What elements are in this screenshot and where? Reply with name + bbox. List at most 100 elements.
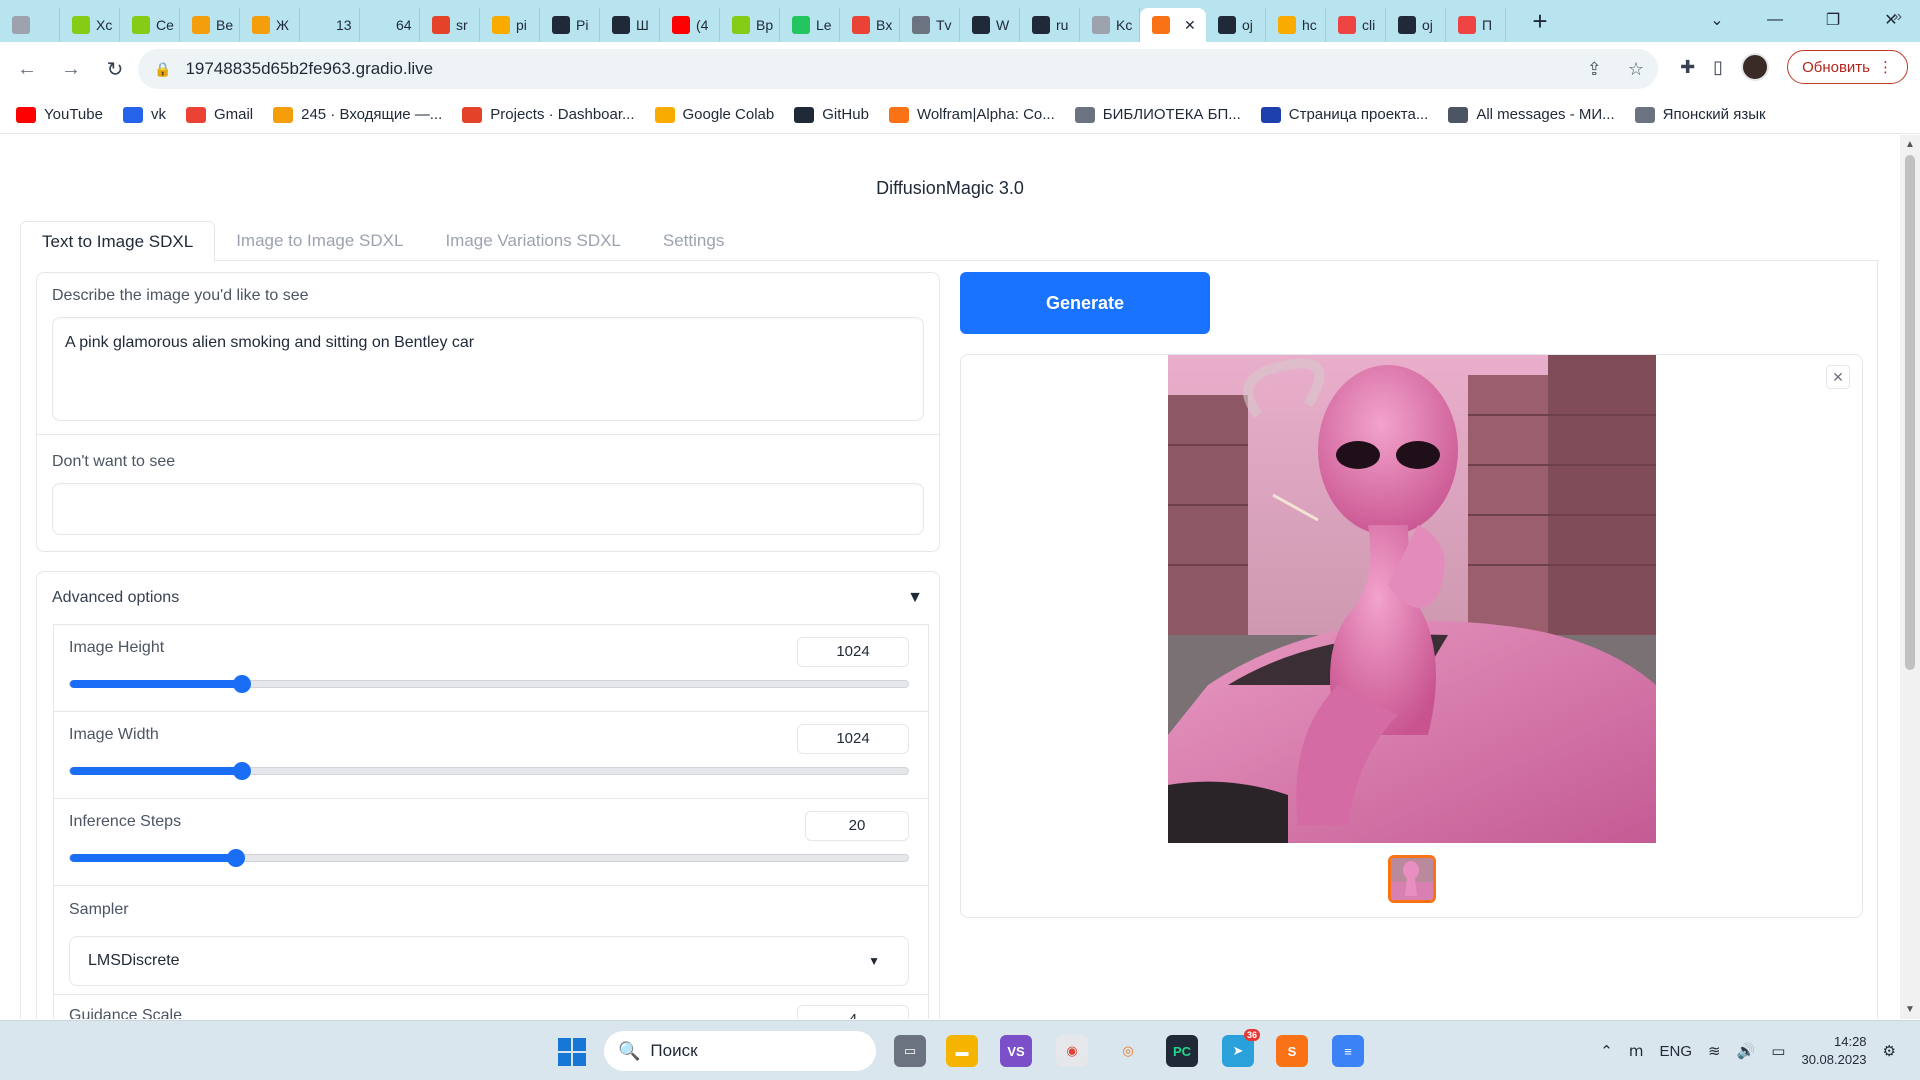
extensions-icon[interactable]: ✚ [1680,57,1695,78]
slider-track[interactable] [69,849,909,867]
browser-tab[interactable]: Bp [720,8,780,42]
minimize-button[interactable]: — [1746,11,1804,29]
guidance-scale-input[interactable]: 4 [797,1005,909,1019]
browser-tab[interactable]: Ш [600,8,660,42]
scroll-up-icon[interactable]: ▲ [1900,139,1920,150]
browser-tab[interactable]: Tv [900,8,960,42]
tab-text-to-image[interactable]: Text to Image SDXL [20,221,216,262]
bookmarks-overflow-icon[interactable]: » [1893,8,1902,26]
notifications-icon[interactable]: ⚙ [1883,1042,1896,1060]
bookmark-item[interactable]: Страница проекта... [1260,106,1428,123]
generated-image[interactable] [1168,355,1656,843]
bookmark-item[interactable]: YouTube [16,106,103,123]
browser-tab[interactable]: ru [1020,8,1080,42]
battery-icon[interactable]: ▭ [1771,1042,1785,1060]
tab-search-icon[interactable]: ⌄ [1688,10,1746,30]
advanced-options-label[interactable]: Advanced options [52,589,179,607]
close-tab-icon[interactable]: ✕ [1184,17,1196,34]
close-window-button[interactable]: ✕ [1862,10,1920,30]
address-bar[interactable]: 🔒 19748835d65b2fe963.gradio.live ⇪ ☆ [138,49,1658,89]
new-tab-button[interactable]: + [1520,6,1560,37]
jupyter-icon[interactable]: ◎ [1112,1035,1144,1067]
browser-tab[interactable] [0,8,60,42]
browser-tab[interactable]: П [1446,8,1506,42]
bookmark-item[interactable]: Японский язык [1634,106,1766,123]
chrome-icon[interactable]: ◉ [1056,1035,1088,1067]
browser-tab[interactable]: Pi [540,8,600,42]
scrollbar-thumb[interactable] [1905,155,1915,670]
bookmark-item[interactable]: БИБЛИОТЕКА БП... [1074,106,1241,123]
browser-tab[interactable]: 64 [360,8,420,42]
browser-tab[interactable]: Ж [240,8,300,42]
task-view-icon[interactable]: ▭ [894,1035,926,1067]
tab-settings[interactable]: Settings [642,221,745,261]
telegram-icon[interactable]: ➤ 36 [1222,1029,1260,1067]
browser-tab[interactable]: oj [1386,8,1446,42]
browser-tab[interactable]: Kc [1080,8,1140,42]
taskbar-search[interactable]: 🔍 Поиск [604,1031,876,1071]
generate-button[interactable]: Generate [960,272,1210,334]
bookmark-item[interactable]: Google Colab [654,106,774,123]
profile-avatar[interactable] [1741,53,1770,81]
image-height-input[interactable]: 1024 [797,637,909,667]
browser-tab[interactable]: Bx [840,8,900,42]
page-scrollbar[interactable]: ▲ ▼ [1900,135,1920,1019]
scroll-down-icon[interactable]: ▼ [1900,1004,1920,1015]
file-explorer-icon[interactable]: ▬ [946,1035,978,1067]
bookmark-item[interactable]: Gmail [185,106,253,123]
slider-thumb[interactable] [226,849,245,867]
browser-tab[interactable]: ✕ [1140,8,1206,42]
sublime-text-icon[interactable]: S [1276,1035,1308,1067]
browser-tab[interactable]: W [960,8,1020,42]
slider-thumb[interactable] [232,675,251,693]
browser-tab[interactable]: Xc [60,8,120,42]
share-icon[interactable]: ⇪ [1587,59,1602,80]
bookmark-star-icon[interactable]: ☆ [1628,59,1644,80]
update-button[interactable]: Обновить ⋮ [1787,50,1908,84]
collapse-triangle-icon[interactable]: ▼ [907,589,923,607]
reload-button[interactable]: ↻ [98,52,132,86]
browser-tab[interactable]: pi [480,8,540,42]
browser-tab[interactable]: Be [180,8,240,42]
close-gallery-icon[interactable]: ✕ [1826,365,1850,389]
windows-start-icon[interactable] [558,1038,586,1066]
browser-tab[interactable]: (4 [660,8,720,42]
sampler-select[interactable]: LMSDiscrete ▼ [69,936,909,986]
pycharm-icon[interactable]: PC [1166,1035,1198,1067]
slider-thumb[interactable] [232,762,251,780]
browser-tab[interactable]: Ce [120,8,180,42]
browser-tab[interactable]: cli [1326,8,1386,42]
browser-tab[interactable]: oj [1206,8,1266,42]
browser-tab[interactable]: 13 [300,8,360,42]
tray-overflow-icon[interactable]: ⌃ [1600,1042,1613,1060]
bookmark-item[interactable]: GitHub [794,106,869,123]
image-width-input[interactable]: 1024 [797,724,909,754]
side-panel-icon[interactable]: ▯ [1713,57,1723,78]
slider-track[interactable] [69,675,909,693]
forward-button[interactable]: → [54,52,88,86]
bookmark-item[interactable]: Projects · Dashboar... [462,106,635,123]
browser-tab[interactable]: Le [780,8,840,42]
prompt-input[interactable]: A pink glamorous alien smoking and sitti… [52,317,924,421]
volume-icon[interactable]: 🔊 [1737,1042,1756,1060]
gallery-thumbnail[interactable] [1388,855,1436,903]
tab-image-to-image[interactable]: Image to Image SDXL [215,221,424,261]
negative-prompt-input[interactable] [52,483,924,535]
browser-tab[interactable]: sr [420,8,480,42]
tray-app-icon[interactable]: ⅿ [1629,1042,1644,1060]
maximize-button[interactable]: ❐ [1804,10,1862,30]
clock[interactable]: 14:28 30.08.2023 [1801,1033,1866,1069]
wifi-icon[interactable]: ≋ [1708,1042,1721,1060]
tab-image-variations[interactable]: Image Variations SDXL [424,221,641,261]
bookmark-item[interactable]: vk [122,106,166,123]
bookmark-item[interactable]: 245 · Входящие —... [273,106,442,123]
language-indicator[interactable]: ENG [1660,1043,1693,1060]
slider-track[interactable] [69,762,909,780]
browser-tab[interactable]: hc [1266,8,1326,42]
visual-studio-icon[interactable]: VS [1000,1035,1032,1067]
bookmark-item[interactable]: Wolfram|Alpha: Co... [888,106,1055,123]
notepad-icon[interactable]: ≡ [1332,1035,1364,1067]
url-text[interactable]: 19748835d65b2fe963.gradio.live [185,59,433,79]
inference-steps-input[interactable]: 20 [805,811,909,841]
bookmark-item[interactable]: All messages - МИ... [1448,106,1615,123]
